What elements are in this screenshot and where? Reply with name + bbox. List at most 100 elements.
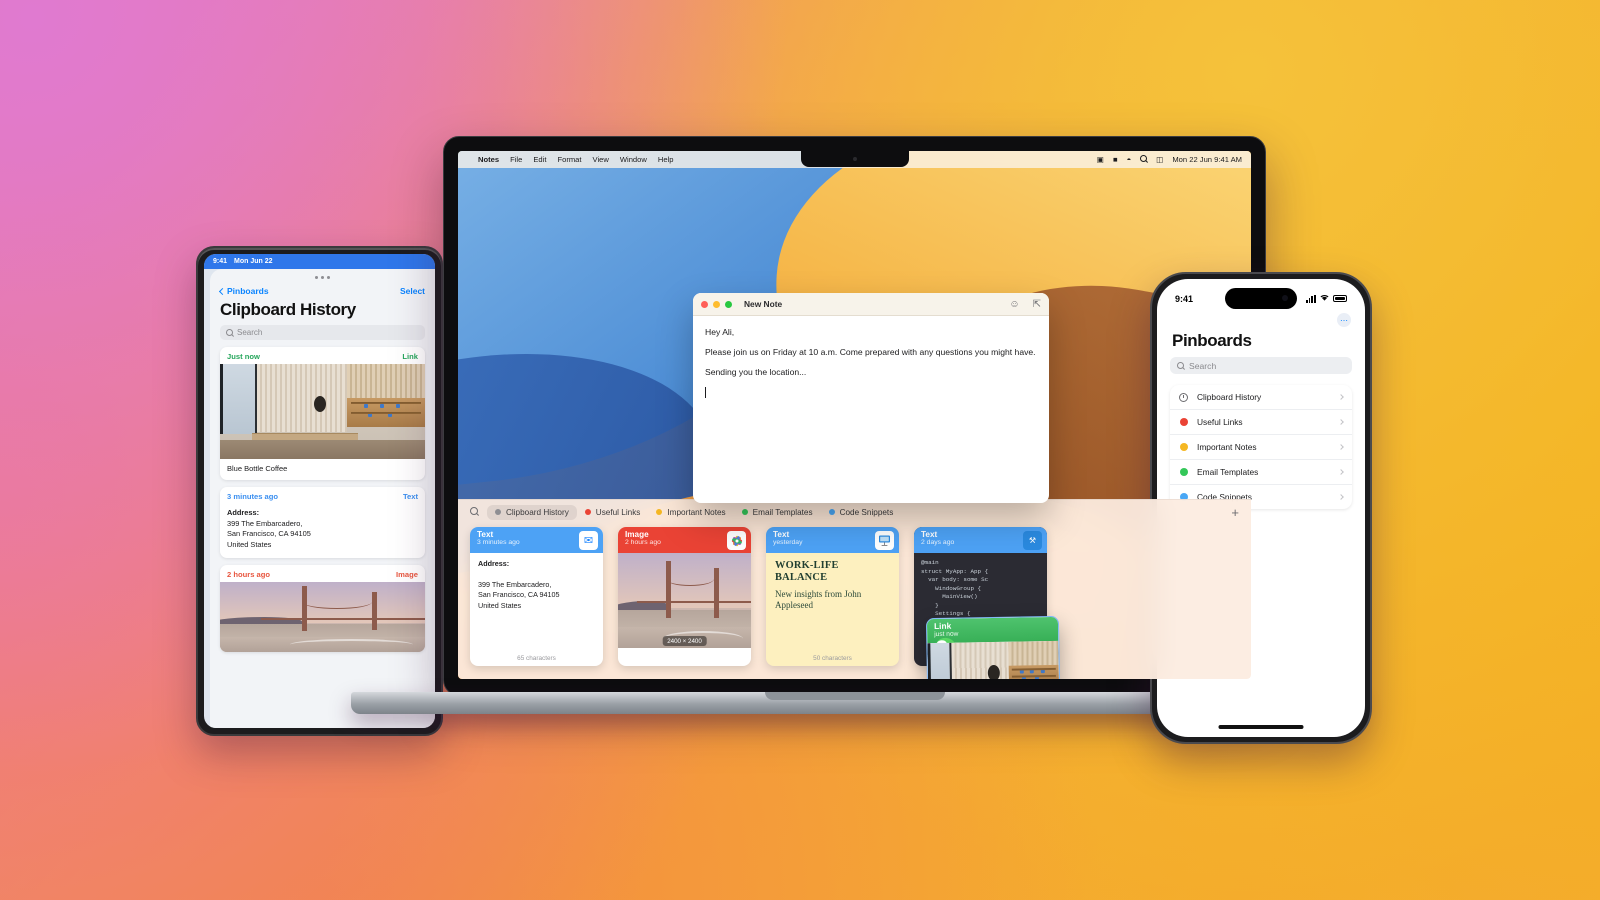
control-center-icon[interactable]: ◫ (1156, 155, 1163, 164)
tab-email-templates[interactable]: Email Templates (734, 505, 821, 520)
ellipsis-circle-icon[interactable]: ⋯ (1337, 313, 1351, 327)
note-line-2: Please join us on Friday at 10 a.m. Come… (705, 347, 1036, 358)
chevron-right-icon (1338, 419, 1344, 425)
card-time: just now (934, 630, 959, 639)
shelf-search-icon[interactable] (470, 507, 478, 517)
ipad-row-type: Text (402, 492, 418, 501)
ipad-row-head: Just now Link (220, 347, 425, 364)
minimize-icon[interactable] (713, 300, 720, 308)
tab-important-notes[interactable]: Important Notes (648, 505, 733, 520)
screen-mirroring-icon[interactable]: ▣ (1097, 155, 1104, 164)
clipboard-card-text-worklife[interactable]: Text yesterday WORK-LIFE BALANCE New ins… (766, 527, 899, 666)
iphone-nav-row: ⋯ (1157, 309, 1365, 327)
ipad-select-button[interactable]: Select (400, 286, 425, 296)
notes-window[interactable]: New Note ☺ ⇱ Hey Ali, Please join us on … (693, 293, 1049, 503)
ipad-device: 9:41 Mon Jun 22 Pinboards Select Clipboa… (196, 246, 443, 736)
menu-item-file[interactable]: File (510, 155, 522, 164)
iphone-search-input[interactable]: Search (1170, 357, 1352, 374)
chevron-right-icon (1338, 494, 1344, 500)
spotlight-icon[interactable] (1140, 155, 1148, 164)
search-icon (226, 329, 233, 336)
card-address: 399 The Embarcadero, San Francisco, CA 9… (478, 579, 560, 610)
list-item[interactable]: Just now Link Blue Bottle Coffee (220, 347, 425, 480)
add-pinboard-button[interactable]: + (1231, 506, 1239, 519)
clipboard-card-image-bridge[interactable]: Image 2 hours ago 2400 × 2400 (618, 527, 751, 666)
card-header: Text 3 minutes ago ✉ (470, 527, 603, 553)
ipad-nav-row: Pinboards Select (210, 282, 435, 296)
tab-useful-links[interactable]: Useful Links (577, 505, 649, 520)
ipad-row-time: Just now (227, 352, 260, 361)
text-caret (705, 386, 706, 398)
ipad-search-placeholder: Search (237, 328, 263, 337)
iphone-pinboard-list: Clipboard History Useful Links Important… (1170, 385, 1352, 509)
bridge-thumbnail (220, 582, 425, 653)
ipad-row-time: 2 hours ago (227, 570, 271, 580)
sidebar-item-email-templates[interactable]: Email Templates (1170, 460, 1352, 485)
notes-editor[interactable]: Hey Ali, Please join us on Friday at 10 … (693, 316, 1049, 419)
ipad-row-label: Address: (227, 508, 260, 517)
maximize-icon[interactable] (725, 300, 732, 308)
menu-item-edit[interactable]: Edit (533, 155, 546, 164)
coffee-shop-thumbnail (927, 640, 1060, 679)
ipad-back-button[interactable]: Pinboards (218, 286, 269, 296)
card-header: Text yesterday (766, 527, 899, 553)
chevron-right-icon (1338, 394, 1344, 400)
iphone-row-label: Email Templates (1197, 467, 1259, 477)
ipad-row-time: 3 minutes ago (227, 492, 279, 501)
ipad-status-time: 9:41 (213, 258, 228, 265)
chevron-right-icon (1338, 444, 1344, 450)
menu-item-notes[interactable]: Notes (478, 155, 499, 164)
notes-titlebar: New Note ☺ ⇱ (693, 293, 1049, 316)
list-item[interactable]: 3 minutes ago Text Address: 399 The Emba… (220, 487, 425, 559)
iphone-row-label: Clipboard History (1197, 392, 1262, 402)
menu-item-window[interactable]: Window (620, 155, 647, 164)
tab-label: Email Templates (752, 507, 813, 517)
card-header: Link just now (926, 616, 1059, 661)
xcode-icon: ⚒ (1023, 531, 1042, 550)
dragged-link-card[interactable]: Link just now (925, 615, 1062, 679)
ipad-search-input[interactable]: Search (220, 325, 425, 340)
multitask-handle-icon[interactable] (312, 276, 334, 280)
wifi-icon[interactable]: ◓ (1127, 155, 1132, 164)
menubar-clock[interactable]: Mon 22 Jun 9:41 AM (1172, 155, 1242, 164)
list-item[interactable]: 2 hours ago Image (220, 565, 425, 653)
card-header: Text 2 days ago ⚒ (914, 527, 1047, 553)
share-icon[interactable]: ⇱ (1033, 299, 1041, 310)
collaborate-icon[interactable]: ☺ (1009, 299, 1019, 310)
tab-code-snippets[interactable]: Code Snippets (821, 505, 902, 520)
tab-label: Useful Links (595, 507, 641, 517)
close-icon[interactable] (701, 300, 708, 308)
ipad-row-head: 2 hours ago Image (220, 565, 425, 582)
keynote-icon (875, 531, 894, 550)
iphone-search-placeholder: Search (1189, 360, 1217, 371)
ipad-clipboard-list: Just now Link Blue Bottle Coffee 3 minut… (210, 347, 435, 653)
chevron-right-icon (1338, 469, 1344, 475)
chevron-left-icon (218, 287, 227, 295)
status-dot-icon (584, 509, 591, 515)
status-dot-icon (1180, 443, 1188, 451)
menu-item-help[interactable]: Help (658, 155, 674, 164)
battery-icon (1333, 295, 1347, 302)
macbook-notch (800, 151, 909, 167)
status-dot-icon (495, 509, 501, 515)
notes-window-title: New Note (744, 299, 783, 309)
mail-icon: ✉ (579, 531, 598, 550)
sidebar-item-useful-links[interactable]: Useful Links (1170, 410, 1352, 435)
card-footer: 65 characters (517, 655, 556, 662)
sidebar-item-important-notes[interactable]: Important Notes (1170, 435, 1352, 460)
tab-clipboard-history[interactable]: Clipboard History (487, 504, 577, 520)
image-dimensions-badge: 2400 × 2400 (662, 636, 707, 646)
note-line-3: Sending you the location... (705, 367, 807, 378)
status-dot-icon (828, 509, 835, 515)
card-footer: 50 characters (813, 655, 852, 662)
tab-label: Clipboard History (506, 507, 569, 517)
clipboard-card-text-address[interactable]: Text 3 minutes ago ✉ Address: 399 The Em… (470, 527, 603, 666)
menu-item-view[interactable]: View (593, 155, 609, 164)
ipad-page-title: Clipboard History (220, 300, 356, 319)
menu-item-format[interactable]: Format (557, 155, 581, 164)
card-label: Address: (478, 559, 510, 568)
battery-icon[interactable]: ■ (1113, 155, 1118, 164)
tab-label: Code Snippets (839, 507, 894, 517)
sidebar-item-clipboard-history[interactable]: Clipboard History (1170, 385, 1352, 410)
coffee-shop-thumbnail (220, 364, 425, 459)
